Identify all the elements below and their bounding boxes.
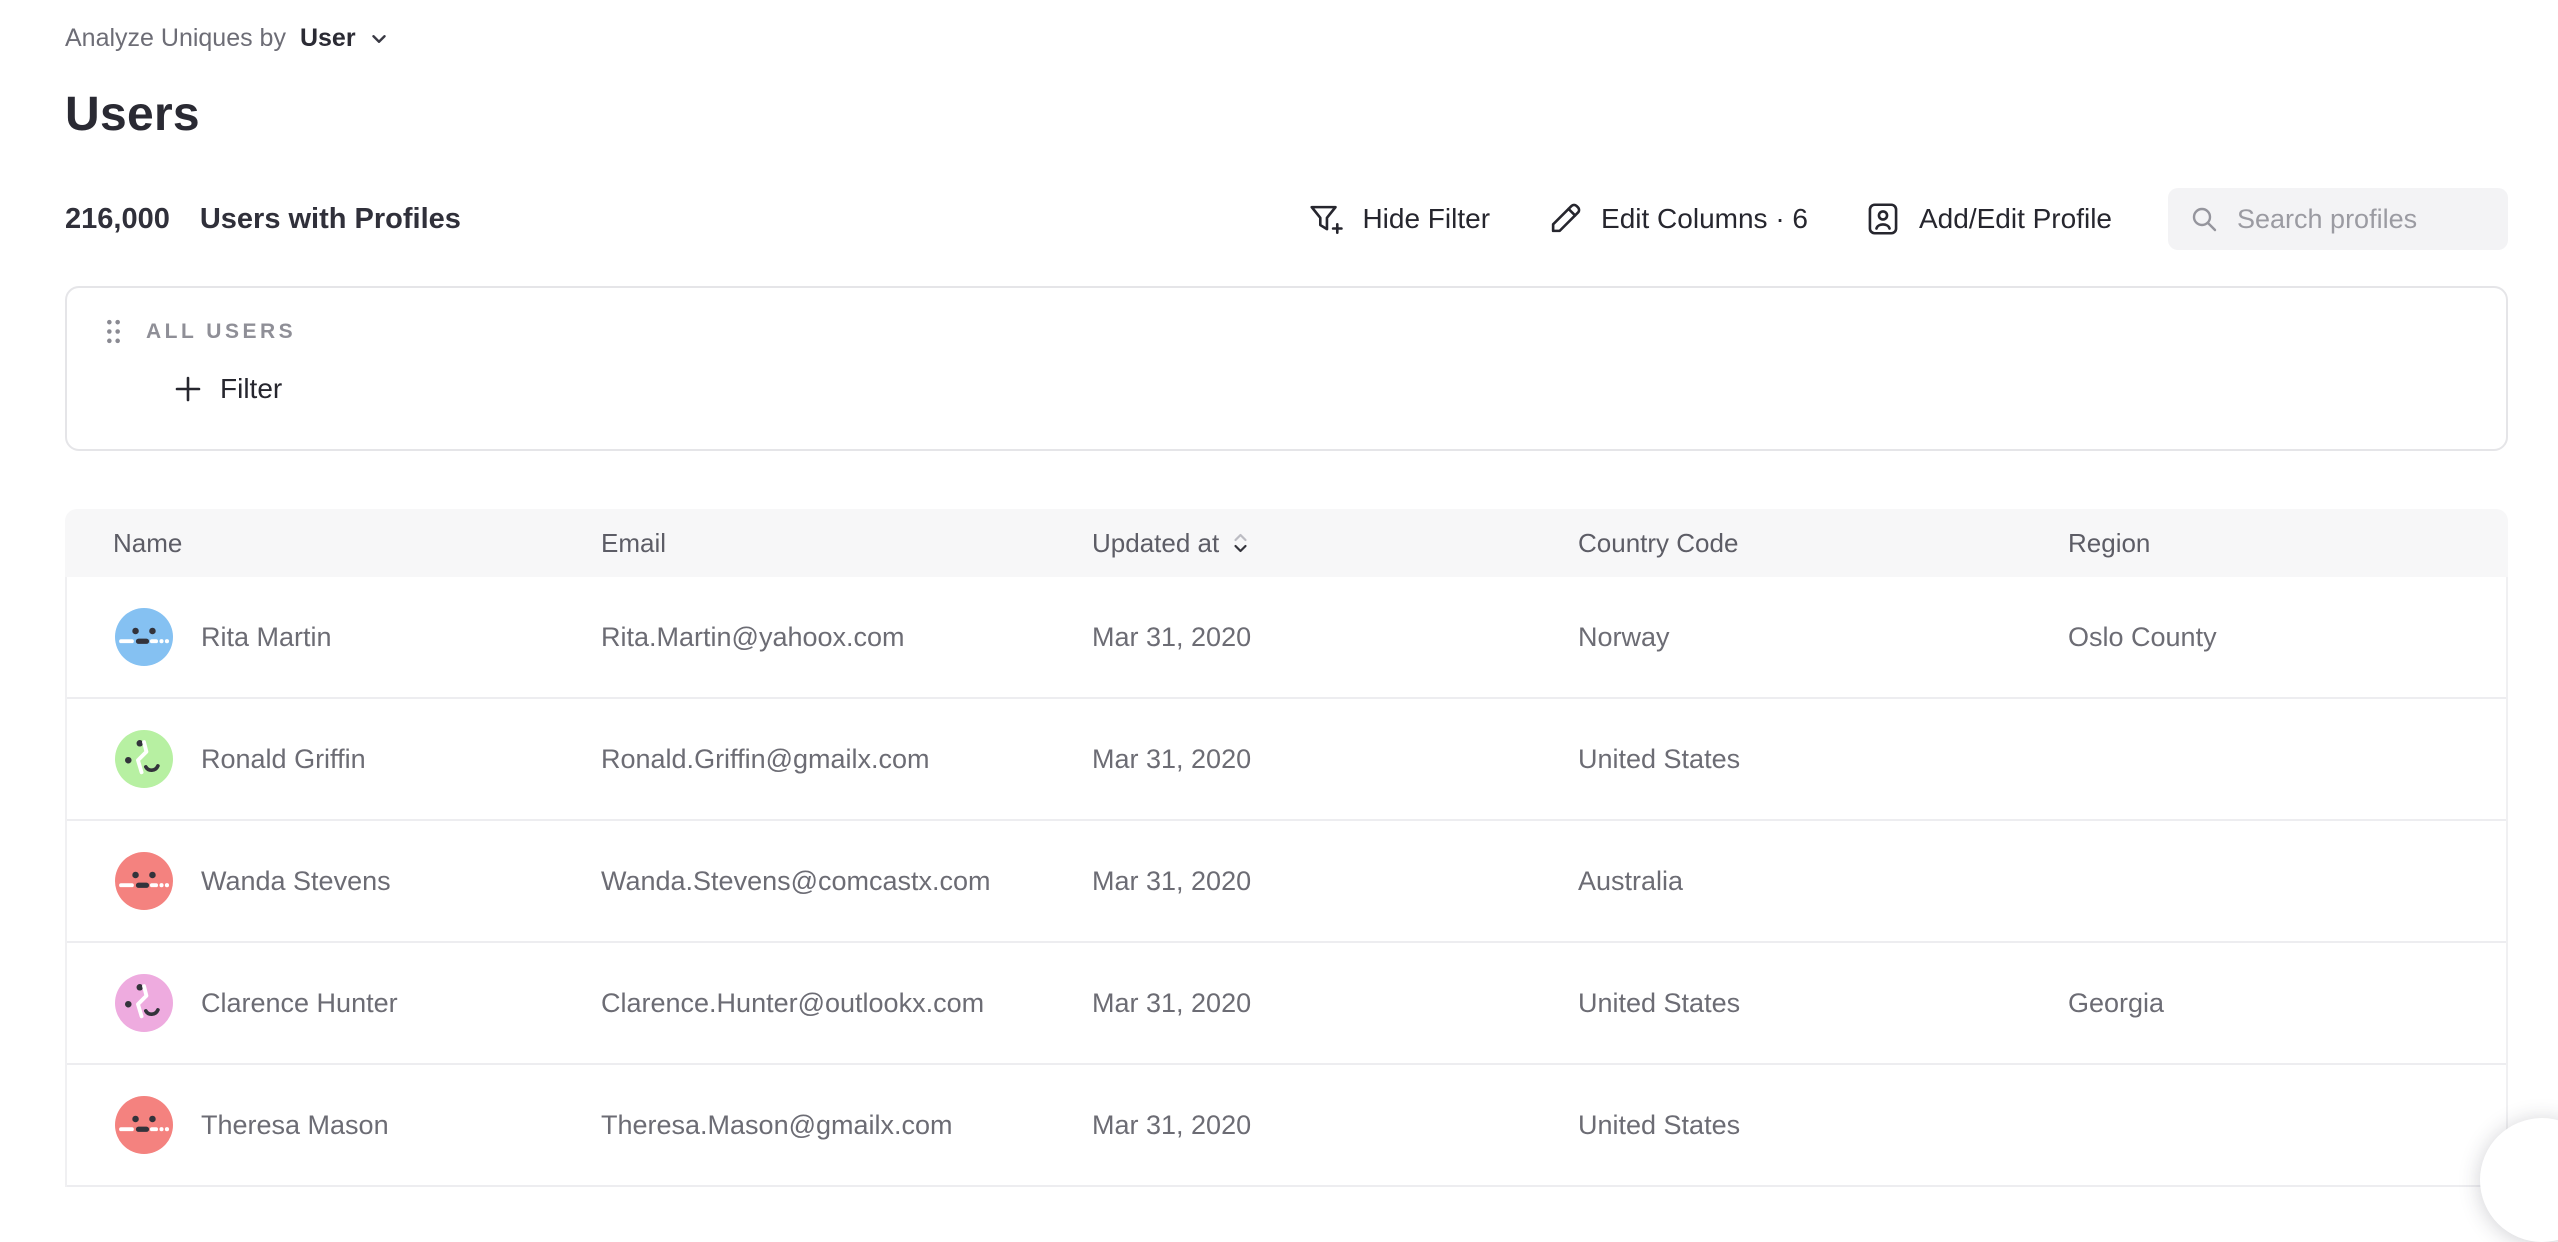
drag-handle-icon[interactable]	[105, 318, 122, 345]
user-email: Theresa.Mason@gmailx.com	[553, 1110, 1044, 1141]
add-edit-profile-label: Add/Edit Profile	[1919, 203, 2112, 235]
user-country-code: United States	[1530, 988, 2020, 1019]
users-page: Analyze Uniques by User Users 216,000 Us…	[0, 0, 2558, 1187]
table-row[interactable]: Theresa Mason Theresa.Mason@gmailx.com M…	[67, 1065, 2506, 1187]
table-row[interactable]: Rita Martin Rita.Martin@yahoox.com Mar 3…	[67, 577, 2506, 699]
user-email: Rita.Martin@yahoox.com	[553, 622, 1044, 653]
user-email: Clarence.Hunter@outlookx.com	[553, 988, 1044, 1019]
add-filter-label: Filter	[220, 373, 282, 405]
search-icon	[2188, 203, 2220, 235]
user-avatar	[115, 608, 173, 666]
analyze-by-label: Analyze Uniques by	[65, 24, 286, 53]
column-header-email[interactable]: Email	[553, 528, 1044, 559]
user-updated-at: Mar 31, 2020	[1044, 622, 1530, 653]
table-row[interactable]: Wanda Stevens Wanda.Stevens@comcastx.com…	[67, 821, 2506, 943]
user-avatar	[115, 1096, 173, 1154]
users-table: Name Email Updated at Country Code Regio…	[65, 509, 2508, 1187]
analyze-by-dropdown[interactable]: User	[300, 24, 390, 53]
user-name: Rita Martin	[201, 622, 332, 653]
column-header-country-code[interactable]: Country Code	[1530, 528, 2020, 559]
user-count-group: 216,000 Users with Profiles	[65, 203, 461, 236]
column-header-updated-at[interactable]: Updated at	[1044, 528, 1530, 559]
hide-filter-button[interactable]: Hide Filter	[1307, 200, 1490, 238]
user-updated-at: Mar 31, 2020	[1044, 866, 1530, 897]
table-row[interactable]: Ronald Griffin Ronald.Griffin@gmailx.com…	[67, 699, 2506, 821]
toolbar: Hide Filter Edit Columns · 6	[1307, 188, 2508, 250]
add-edit-profile-button[interactable]: Add/Edit Profile	[1864, 200, 2112, 238]
user-avatar	[115, 730, 173, 788]
user-updated-at: Mar 31, 2020	[1044, 744, 1530, 775]
add-filter-button[interactable]: Filter	[173, 373, 282, 405]
search-profiles-input[interactable]	[2235, 203, 2488, 236]
analyze-uniques-bar: Analyze Uniques by User	[65, 0, 2508, 53]
user-name: Wanda Stevens	[201, 866, 391, 897]
user-country-code: United States	[1530, 1110, 2020, 1141]
user-email: Ronald.Griffin@gmailx.com	[553, 744, 1044, 775]
table-row[interactable]: Clarence Hunter Clarence.Hunter@outlookx…	[67, 943, 2506, 1065]
plus-icon	[173, 374, 203, 404]
hide-filter-label: Hide Filter	[1362, 203, 1490, 235]
funnel-plus-icon	[1307, 200, 1345, 238]
all-users-group: ALL USERS	[105, 318, 2506, 345]
user-updated-at: Mar 31, 2020	[1044, 1110, 1530, 1141]
user-email: Wanda.Stevens@comcastx.com	[553, 866, 1044, 897]
table-header: Name Email Updated at Country Code Regio…	[65, 509, 2508, 577]
table-body: Rita Martin Rita.Martin@yahoox.com Mar 3…	[65, 577, 2508, 1187]
user-region: Georgia	[2020, 988, 2506, 1019]
pencil-icon	[1546, 200, 1584, 238]
edit-columns-button[interactable]: Edit Columns · 6	[1546, 200, 1808, 238]
sort-icon[interactable]	[1232, 531, 1249, 555]
user-name: Clarence Hunter	[201, 988, 398, 1019]
user-country-code: Australia	[1530, 866, 2020, 897]
chevron-down-icon	[368, 28, 390, 50]
user-avatar	[115, 852, 173, 910]
user-region: Oslo County	[2020, 622, 2506, 653]
user-updated-at: Mar 31, 2020	[1044, 988, 1530, 1019]
user-name: Theresa Mason	[201, 1110, 389, 1141]
user-name: Ronald Griffin	[201, 744, 366, 775]
page-title: Users	[65, 87, 2508, 142]
profile-card-icon	[1864, 200, 1902, 238]
user-avatar	[115, 974, 173, 1032]
filter-group-label: ALL USERS	[146, 320, 296, 344]
filter-panel: ALL USERS Filter	[65, 286, 2508, 451]
search-box[interactable]	[2168, 188, 2508, 250]
edit-columns-label: Edit Columns · 6	[1601, 203, 1808, 235]
user-count-label: Users with Profiles	[200, 203, 461, 236]
column-header-region[interactable]: Region	[2020, 528, 2508, 559]
column-header-name[interactable]: Name	[65, 528, 553, 559]
count-toolbar-row: 216,000 Users with Profiles Hide Filter	[65, 188, 2508, 250]
user-count: 216,000	[65, 203, 170, 236]
user-country-code: United States	[1530, 744, 2020, 775]
user-country-code: Norway	[1530, 622, 2020, 653]
analyze-by-value: User	[300, 24, 356, 53]
